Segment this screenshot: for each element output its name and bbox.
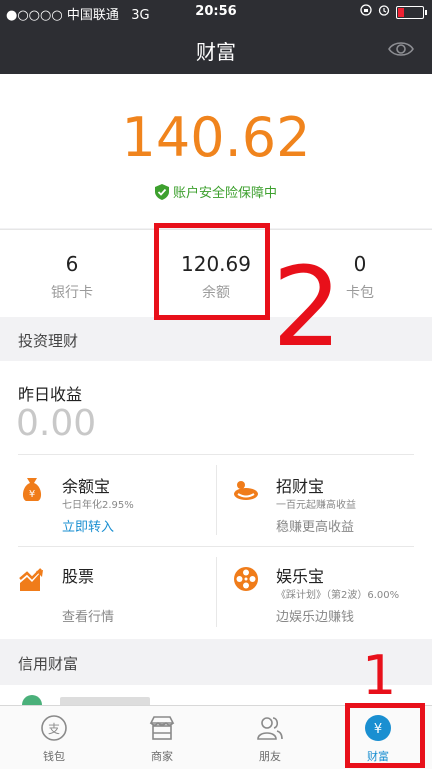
tile-yuebao[interactable]: ¥ 余额宝 七日年化2.95% 立即转入: [18, 471, 214, 551]
yesterday-earnings-label: 昨日收益: [18, 385, 83, 404]
section-title: 投资理财: [18, 332, 79, 350]
svg-text:¥: ¥: [29, 489, 35, 500]
invest-section-header: 投资理财: [0, 317, 432, 361]
invest-card: 昨日收益 0.00 ¥ 余额宝 七日年化2.95% 立即转入 招财宝 一百元起赚…: [0, 361, 432, 639]
total-assets-panel[interactable]: 140.62 账户安全险保障中: [0, 74, 432, 228]
yesterday-earnings-value[interactable]: 0.00: [16, 403, 96, 444]
transfer-in-link[interactable]: 立即转入: [62, 516, 114, 535]
tab-friends[interactable]: 朋友: [216, 706, 324, 769]
tile-title: 股票: [62, 567, 95, 586]
tab-merchants[interactable]: 商家: [108, 706, 216, 769]
tile-title: 余额宝: [62, 477, 111, 496]
store-icon: [148, 714, 176, 742]
alarm-icon: [378, 4, 390, 20]
tab-wallet[interactable]: 支 钱包: [0, 706, 108, 769]
stat-bank-cards[interactable]: 6 银行卡: [0, 230, 144, 318]
tile-action: 查看行情: [62, 610, 115, 625]
tile-yulebao[interactable]: 娱乐宝 《踩计划》（第2波）6.00% 边娱乐边赚钱: [232, 561, 428, 641]
shield-check-icon: [154, 184, 169, 200]
security-text: 账户安全险保障中: [172, 186, 277, 201]
stat-value: 6: [65, 252, 79, 276]
tab-label: 朋友: [259, 750, 281, 763]
annotation-box-balance: [154, 223, 270, 320]
eye-icon[interactable]: [388, 37, 414, 61]
nav-bar: 财富: [0, 24, 432, 74]
divider: [216, 557, 217, 627]
tile-subtitle: 七日年化2.95%: [62, 500, 134, 511]
rotation-lock-icon: [360, 4, 372, 20]
cat-paw-icon: [232, 475, 260, 503]
page-title: 财富: [196, 40, 236, 64]
svg-text:支: 支: [48, 722, 60, 736]
tile-subtitle: 一百元起赚高收益: [276, 500, 356, 511]
annotation-number-1: 1: [362, 644, 397, 707]
divider: [216, 465, 217, 535]
tile-title: 娱乐宝: [276, 567, 325, 586]
friends-icon: [256, 714, 284, 742]
tile-action: 边娱乐边赚钱: [276, 610, 355, 625]
section-title: 信用财富: [18, 655, 79, 673]
tile-subtitle: 《踩计划》（第2波）6.00%: [276, 590, 400, 601]
annotation-box-wealth-tab: [345, 703, 425, 768]
status-icons: [360, 4, 427, 20]
tile-action: 稳赚更高收益: [276, 520, 355, 535]
money-bag-icon: ¥: [18, 475, 46, 503]
wallet-icon: 支: [40, 714, 68, 742]
stat-label: 银行卡: [51, 285, 93, 301]
security-status[interactable]: 账户安全险保障中: [0, 182, 432, 201]
tile-stocks[interactable]: 股票 查看行情: [18, 561, 214, 641]
tile-zhaocaibao[interactable]: 招财宝 一百元起赚高收益 稳赚更高收益: [232, 471, 428, 551]
stock-chart-icon: [18, 565, 46, 593]
divider: [18, 454, 414, 455]
sesame-credit-icon: [22, 695, 42, 705]
tile-title: 招财宝: [276, 477, 325, 496]
tab-label: 钱包: [43, 750, 65, 763]
total-amount: 140.62: [121, 106, 311, 169]
tab-label: 商家: [151, 750, 173, 763]
status-bar: ●○○○○ 中国联通 3G 20:56: [0, 0, 432, 24]
film-reel-icon: [232, 565, 260, 593]
list-item-label: [60, 697, 150, 705]
battery-icon: [396, 5, 427, 19]
annotation-number-2: 2: [272, 243, 342, 371]
